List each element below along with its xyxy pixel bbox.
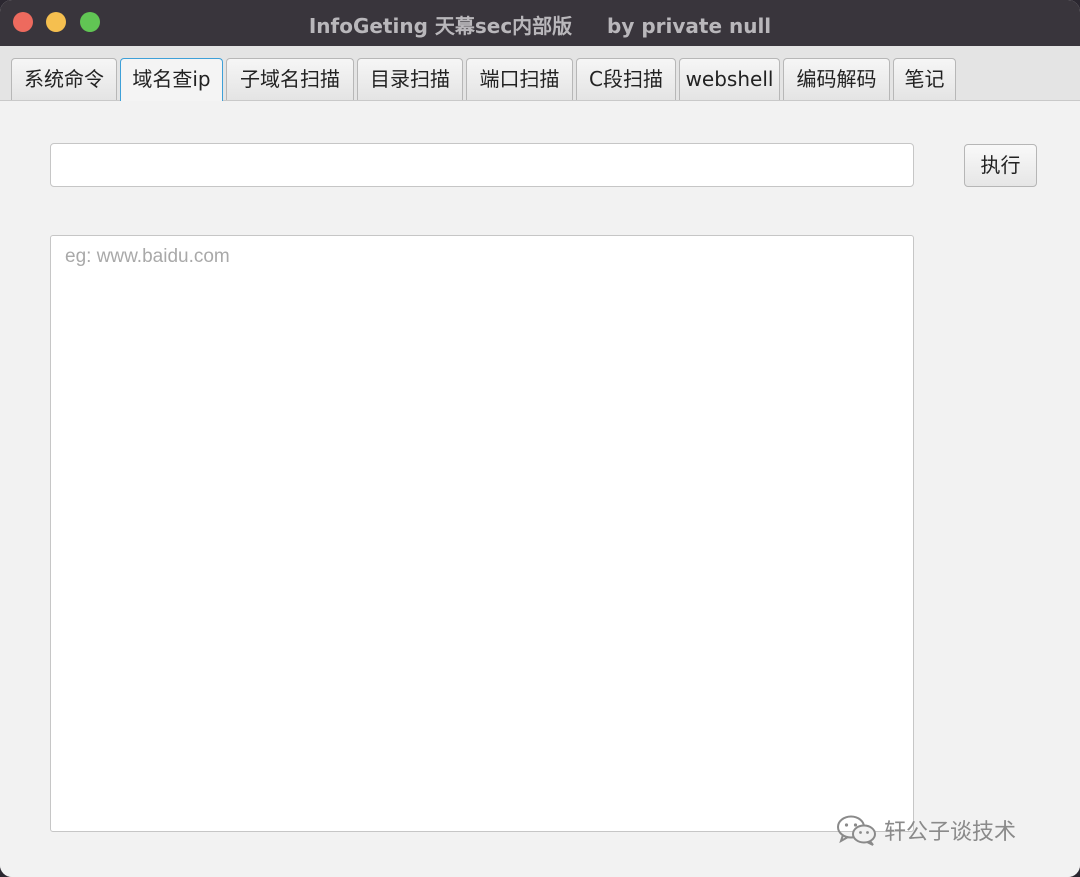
app-window: InfoGeting 天幕sec内部版 by private null 系统命令…	[0, 0, 1080, 877]
tab-c-segment-scan[interactable]: C段扫描	[576, 58, 676, 100]
output-textarea[interactable]	[50, 235, 914, 832]
tab-domain-ip-lookup[interactable]: 域名查ip	[120, 58, 223, 102]
tab-webshell[interactable]: webshell	[679, 58, 780, 100]
tab-port-scan[interactable]: 端口扫描	[466, 58, 573, 100]
execute-button[interactable]: 执行	[964, 144, 1037, 187]
tab-notes[interactable]: 笔记	[893, 58, 956, 100]
watermark: 轩公子谈技术	[836, 812, 1016, 848]
watermark-text: 轩公子谈技术	[884, 820, 1017, 845]
tab-subdomain-scan[interactable]: 子域名扫描	[226, 58, 354, 100]
title-bar[interactable]: InfoGeting 天幕sec内部版 by private null	[0, 0, 1080, 46]
domain-input[interactable]	[50, 143, 914, 187]
tab-content-domain-ip: 执行	[0, 101, 1080, 877]
tab-encode-decode[interactable]: 编码解码	[783, 58, 890, 100]
tab-bar: 系统命令 域名查ip 子域名扫描 目录扫描 端口扫描 C段扫描 webshell…	[0, 46, 1080, 102]
tab-directory-scan[interactable]: 目录扫描	[357, 58, 463, 100]
window-title: InfoGeting 天幕sec内部版 by private null	[308, 14, 772, 38]
tab-system-command[interactable]: 系统命令	[11, 58, 117, 100]
wechat-icon	[837, 815, 876, 846]
